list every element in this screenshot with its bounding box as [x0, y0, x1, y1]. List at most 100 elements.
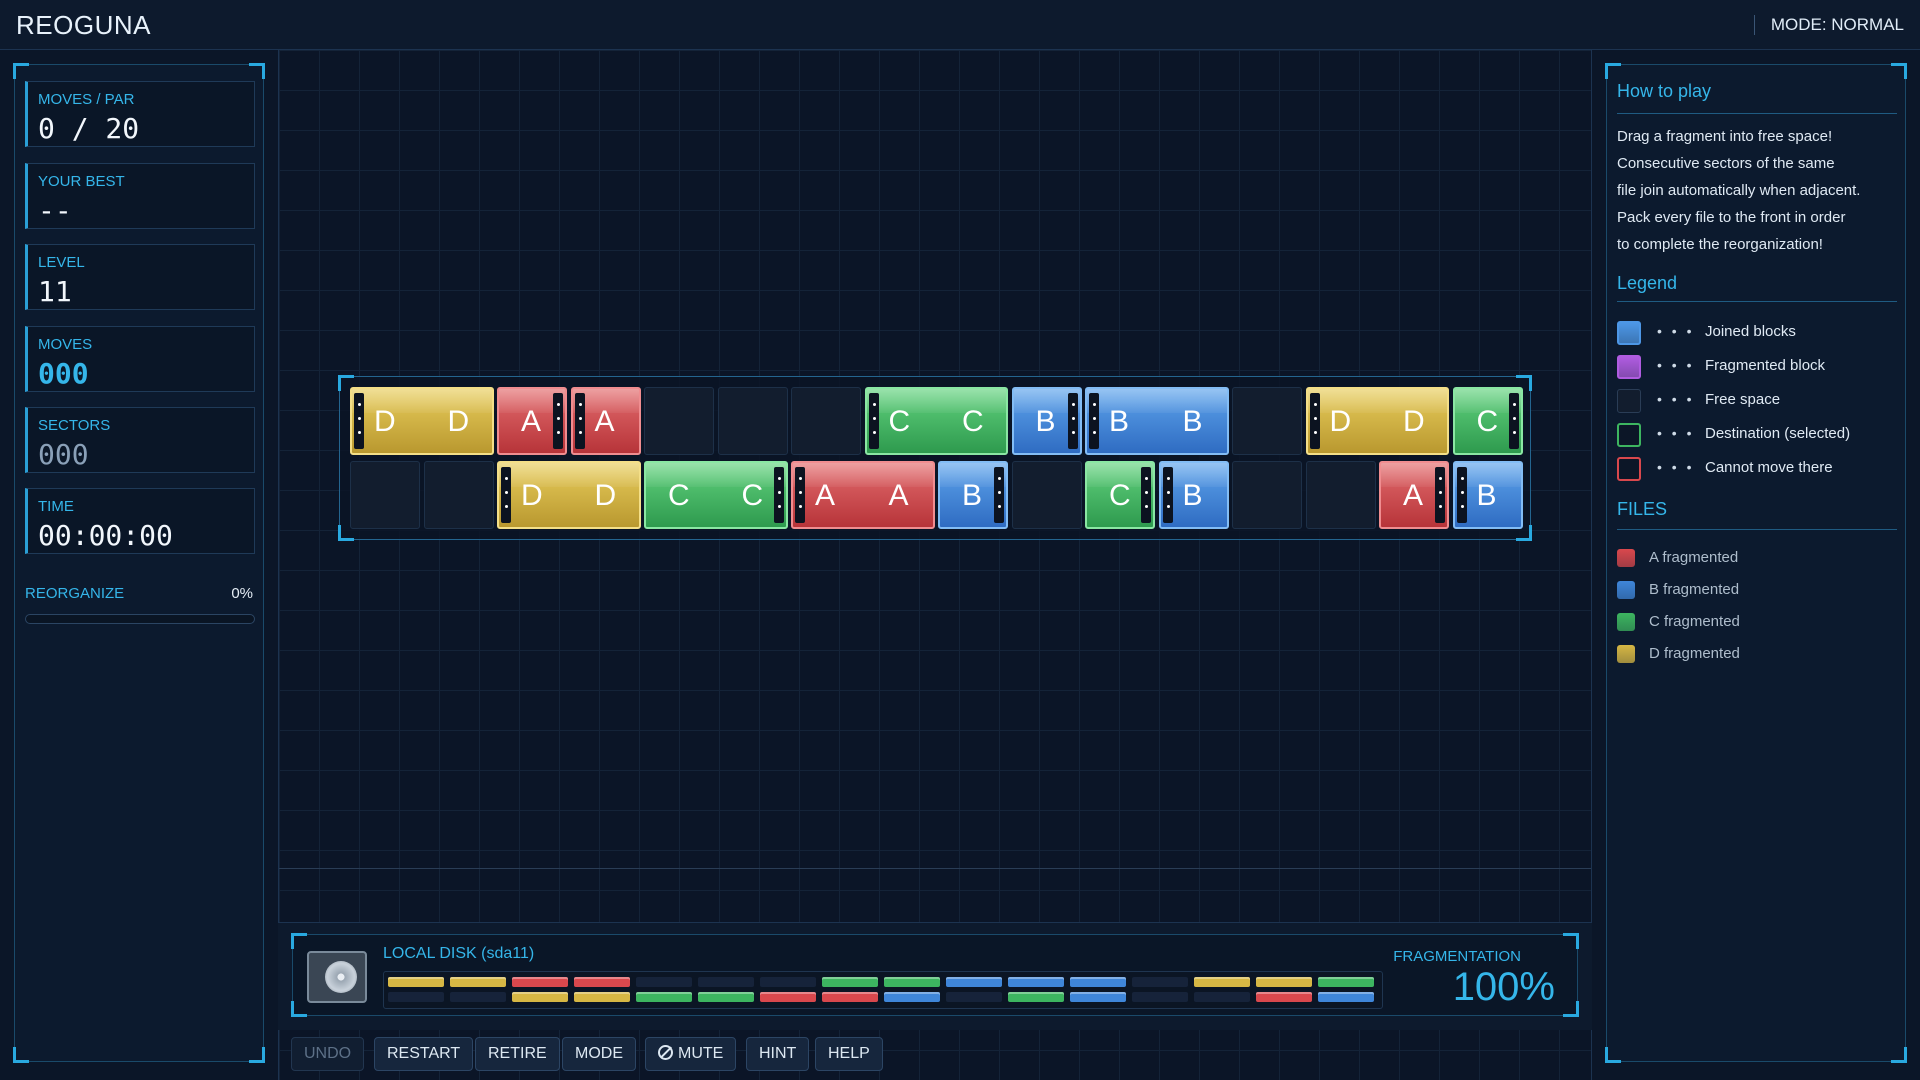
disk-sector-c: [822, 977, 878, 987]
undo-button[interactable]: UNDO: [291, 1037, 365, 1071]
fragment-label: A: [521, 405, 542, 438]
free-sector[interactable]: [791, 387, 861, 455]
fragment-a[interactable]: A: [1379, 461, 1449, 529]
moves-label: MOVES: [38, 336, 93, 353]
file-swatch: [1617, 645, 1635, 663]
fragment-d[interactable]: DD: [497, 461, 641, 529]
fragment-b[interactable]: B: [1011, 387, 1082, 455]
fragment-handle[interactable]: [553, 393, 563, 449]
fragment-label: B: [962, 479, 983, 512]
best-value: --: [38, 194, 72, 227]
fragment-handle[interactable]: [795, 467, 805, 523]
free-sector[interactable]: [1232, 461, 1302, 529]
fragment-handle[interactable]: [1435, 467, 1445, 523]
file-d-status: D fragmented: [1617, 643, 1902, 663]
free-sector[interactable]: [717, 387, 788, 455]
fragment-handle[interactable]: [994, 467, 1004, 523]
file-a-status: A fragmented: [1617, 547, 1902, 567]
fragment-label: D: [1329, 405, 1352, 438]
free-sector[interactable]: [644, 387, 714, 455]
fragmentation-label: FRAGMENTATION: [1393, 948, 1521, 965]
disk-sector-d: [1256, 977, 1312, 987]
fragment-handle[interactable]: [868, 393, 879, 449]
fragment-handle[interactable]: [1067, 393, 1078, 449]
fragment-handle[interactable]: [1141, 467, 1151, 523]
fragment-label: A: [594, 405, 615, 438]
howto-text: Drag a fragment into free space! Consecu…: [1617, 123, 1902, 258]
fragment-handle[interactable]: [501, 467, 511, 523]
disk-sector-c: [884, 977, 940, 987]
restart-button[interactable]: RESTART: [374, 1037, 474, 1071]
disk-title: LOCAL DISK (sda11): [383, 945, 535, 962]
level-label: LEVEL: [38, 254, 85, 271]
disk-sector-a: [822, 992, 878, 1002]
reorganize-label: REORGANIZE: [25, 585, 125, 602]
fragment-a[interactable]: A: [570, 387, 641, 455]
fragment-b[interactable]: B: [1452, 461, 1523, 529]
fragment-handle[interactable]: [1089, 393, 1099, 449]
disk-sector-c: [698, 992, 754, 1002]
fragment-d[interactable]: DD: [350, 387, 494, 455]
fragment-a[interactable]: A: [497, 387, 567, 455]
fragment-a[interactable]: AA: [791, 461, 935, 529]
fragment-c[interactable]: CC: [644, 461, 788, 529]
fragment-c[interactable]: C: [1452, 387, 1523, 455]
fragment-label: B: [1182, 405, 1203, 438]
disk-sector-free: [388, 992, 444, 1002]
free-sector[interactable]: [423, 461, 494, 529]
fragment-b[interactable]: B: [938, 461, 1008, 529]
legend-title: Legend: [1617, 273, 1678, 293]
disk-sector-b: [946, 977, 1002, 987]
fragment-label: D: [374, 405, 396, 438]
legend-label: Fragmented block: [1705, 357, 1826, 374]
hint-button[interactable]: HINT: [746, 1037, 810, 1071]
fragment-handle[interactable]: [1456, 467, 1467, 523]
fragment-c[interactable]: CC: [864, 387, 1008, 455]
best-box: YOUR BEST --: [25, 163, 255, 229]
disk-sector-d: [450, 977, 506, 987]
retire-button[interactable]: RETIRE: [475, 1037, 560, 1071]
fragment-handle[interactable]: [354, 393, 364, 449]
fragment-handle[interactable]: [1162, 467, 1173, 523]
fragment-label: B: [1035, 405, 1056, 438]
fragment-c[interactable]: C: [1085, 461, 1155, 529]
file-c-status: C fragmented: [1617, 611, 1902, 631]
disk-sector-free: [1194, 992, 1250, 1002]
fragment-label: A: [888, 479, 909, 512]
time-box: TIME 00:00:00: [25, 488, 255, 554]
free-sector[interactable]: [1232, 387, 1302, 455]
moves-par-value: 0 / 20: [38, 112, 140, 145]
help-button[interactable]: HELP: [815, 1037, 883, 1071]
howto-line: file join automatically when adjacent.: [1617, 182, 1861, 199]
mode-button[interactable]: MODE: [562, 1037, 636, 1071]
sectors-box: SECTORS 000: [25, 407, 255, 473]
moves-par-label: MOVES / PAR: [38, 91, 135, 108]
fragment-d[interactable]: DD: [1305, 387, 1449, 455]
file-swatch: [1617, 613, 1635, 631]
legend-destination: • • • Destination (selected): [1617, 423, 1902, 447]
fragment-label: B: [1182, 479, 1203, 512]
fragment-handle[interactable]: [1508, 393, 1519, 449]
stats-panel: MOVES / PAR 0 / 20 YOUR BEST -- LEVEL 11…: [13, 63, 265, 1063]
info-panel: How to play Drag a fragment into free sp…: [1605, 63, 1907, 1063]
free-sector[interactable]: [1305, 461, 1376, 529]
files-title: FILES: [1617, 499, 1668, 519]
fragment-handle[interactable]: [1309, 393, 1320, 449]
file-label: C fragmented: [1649, 613, 1740, 630]
disk-sector-map: [383, 971, 1383, 1009]
fragment-b[interactable]: B: [1158, 461, 1229, 529]
reorganize-progress-bar: [25, 614, 255, 624]
fragment-b[interactable]: BB: [1085, 387, 1229, 455]
free-sector[interactable]: [1011, 461, 1082, 529]
fragment-handle[interactable]: [574, 393, 585, 449]
fragment-label: C: [962, 405, 984, 438]
sectors-value: 000: [38, 438, 89, 471]
fragment-label: D: [447, 405, 470, 438]
howto-title: How to play: [1617, 81, 1712, 101]
free-sector[interactable]: [350, 461, 420, 529]
mute-button[interactable]: MUTE: [645, 1037, 737, 1071]
howto-line: Drag a fragment into free space!: [1617, 128, 1833, 145]
disk-panel: LOCAL DISK (sda11) FRAGMENTATION 100%: [291, 933, 1579, 1017]
fragment-handle[interactable]: [773, 467, 784, 523]
disk-sector-d: [388, 977, 444, 987]
